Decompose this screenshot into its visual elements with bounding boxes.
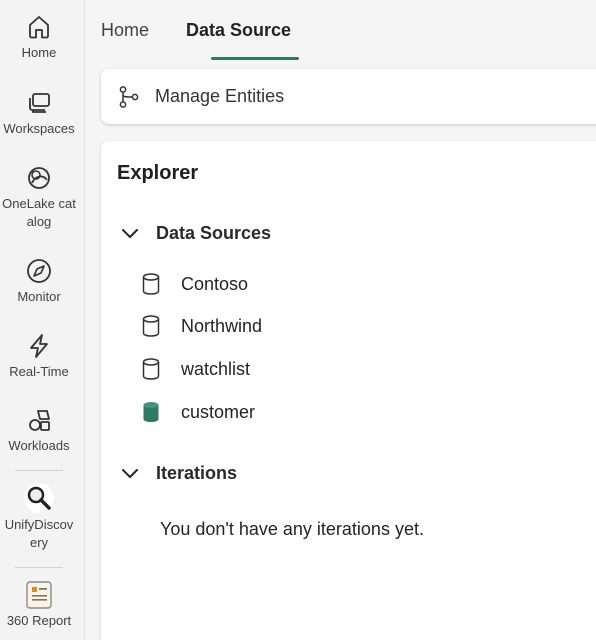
branch-icon	[117, 85, 141, 109]
database-icon	[141, 314, 161, 338]
iterations-section-header[interactable]: Iterations	[119, 462, 237, 484]
home-icon	[24, 12, 54, 42]
rail-divider	[15, 567, 63, 568]
rail-item-workloads[interactable]: Workloads	[0, 405, 78, 455]
tab-bar: Home Data Source	[85, 0, 596, 62]
workspaces-icon	[24, 88, 54, 118]
iterations-label: Iterations	[156, 462, 238, 483]
data-source-item[interactable]: customer	[141, 400, 255, 424]
manage-entities-button[interactable]: Manage Entities	[117, 85, 284, 109]
main-area: Home Data Source Manage Entities Explore…	[85, 0, 596, 640]
chevron-down-icon	[119, 462, 141, 484]
rail-item-label: Workspaces	[3, 121, 75, 136]
real-time-icon	[24, 331, 54, 361]
rail-item-real-time[interactable]: Real-Time	[0, 331, 78, 381]
explorer-title: Explorer	[117, 162, 199, 184]
chevron-down-icon	[119, 222, 141, 244]
tab-home[interactable]: Home	[101, 20, 149, 41]
data-source-name: Contoso	[181, 273, 249, 294]
rail-item-label: 360 Report	[6, 613, 72, 628]
left-nav-rail: Home Workspaces OneLake catalog Monitor …	[0, 0, 85, 640]
magnifier-icon	[23, 482, 55, 514]
rail-item-onelake-catalog[interactable]: OneLake catalog	[0, 163, 78, 231]
report-icon	[24, 580, 54, 610]
rail-item-label: UnifyDiscovery	[4, 517, 74, 550]
onelake-catalog-icon	[24, 163, 54, 193]
rail-item-label: Workloads	[8, 438, 70, 453]
data-source-item[interactable]: Contoso	[141, 272, 248, 296]
data-sources-label: Data Sources	[156, 222, 272, 243]
tab-data-source[interactable]: Data Source	[186, 20, 291, 41]
rail-item-label: Real-Time	[9, 364, 69, 379]
data-source-name: customer	[181, 401, 256, 422]
rail-item-label: Home	[21, 45, 57, 60]
monitor-icon	[24, 256, 54, 286]
rail-item-label: OneLake catalog	[2, 196, 76, 229]
manage-entities-label: Manage Entities	[155, 86, 285, 106]
database-icon	[141, 357, 161, 381]
active-tab-indicator	[211, 57, 299, 60]
toolbar: Manage Entities	[101, 69, 596, 124]
rail-item-label: Monitor	[17, 289, 61, 304]
rail-item-monitor[interactable]: Monitor	[0, 256, 78, 306]
rail-item-360-report[interactable]: 360 Report	[0, 580, 78, 630]
data-source-name: Northwind	[181, 315, 263, 336]
explorer-panel: Explorer Data Sources Contoso Northwind …	[101, 141, 596, 640]
rail-item-workspaces[interactable]: Workspaces	[0, 88, 78, 138]
iterations-empty-message: You don't have any iterations yet.	[160, 519, 424, 539]
database-filled-icon	[141, 400, 161, 424]
database-icon	[141, 272, 161, 296]
rail-divider	[15, 470, 63, 471]
rail-item-home[interactable]: Home	[0, 12, 78, 62]
data-sources-section-header[interactable]: Data Sources	[119, 222, 271, 244]
data-source-item[interactable]: Northwind	[141, 314, 262, 338]
workloads-icon	[24, 405, 54, 435]
rail-item-unifydiscovery[interactable]: UnifyDiscovery	[0, 482, 78, 552]
data-source-name: watchlist	[181, 358, 251, 379]
data-source-item[interactable]: watchlist	[141, 357, 250, 381]
